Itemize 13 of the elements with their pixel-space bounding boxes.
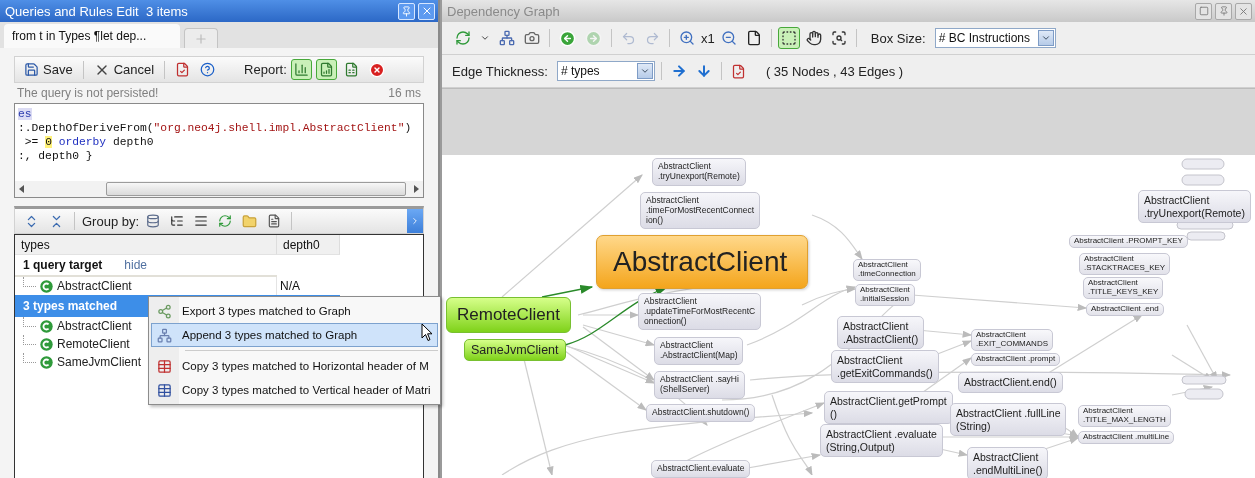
panel-title: Dependency Graph [447, 3, 561, 19]
group-label: 3 types matched [23, 299, 118, 313]
panel-title: Queries and Rules Edit 3 items [5, 3, 189, 19]
depth-value: N/A [280, 279, 300, 293]
zoom-level: x1 [701, 30, 715, 46]
edge-thickness-label: Edge Thickness: [452, 63, 548, 79]
query-duration: 16 ms [388, 86, 421, 100]
box-size-label: Box Size: [870, 30, 926, 46]
status-message: The query is not persisted! [17, 86, 159, 100]
group-by-label: Group by: [82, 213, 140, 229]
group-label: 1 query target [23, 258, 103, 272]
graph-summary: ( 35 Nodes , 43 Edges ) [765, 63, 904, 79]
report-label: Report: [244, 62, 287, 77]
